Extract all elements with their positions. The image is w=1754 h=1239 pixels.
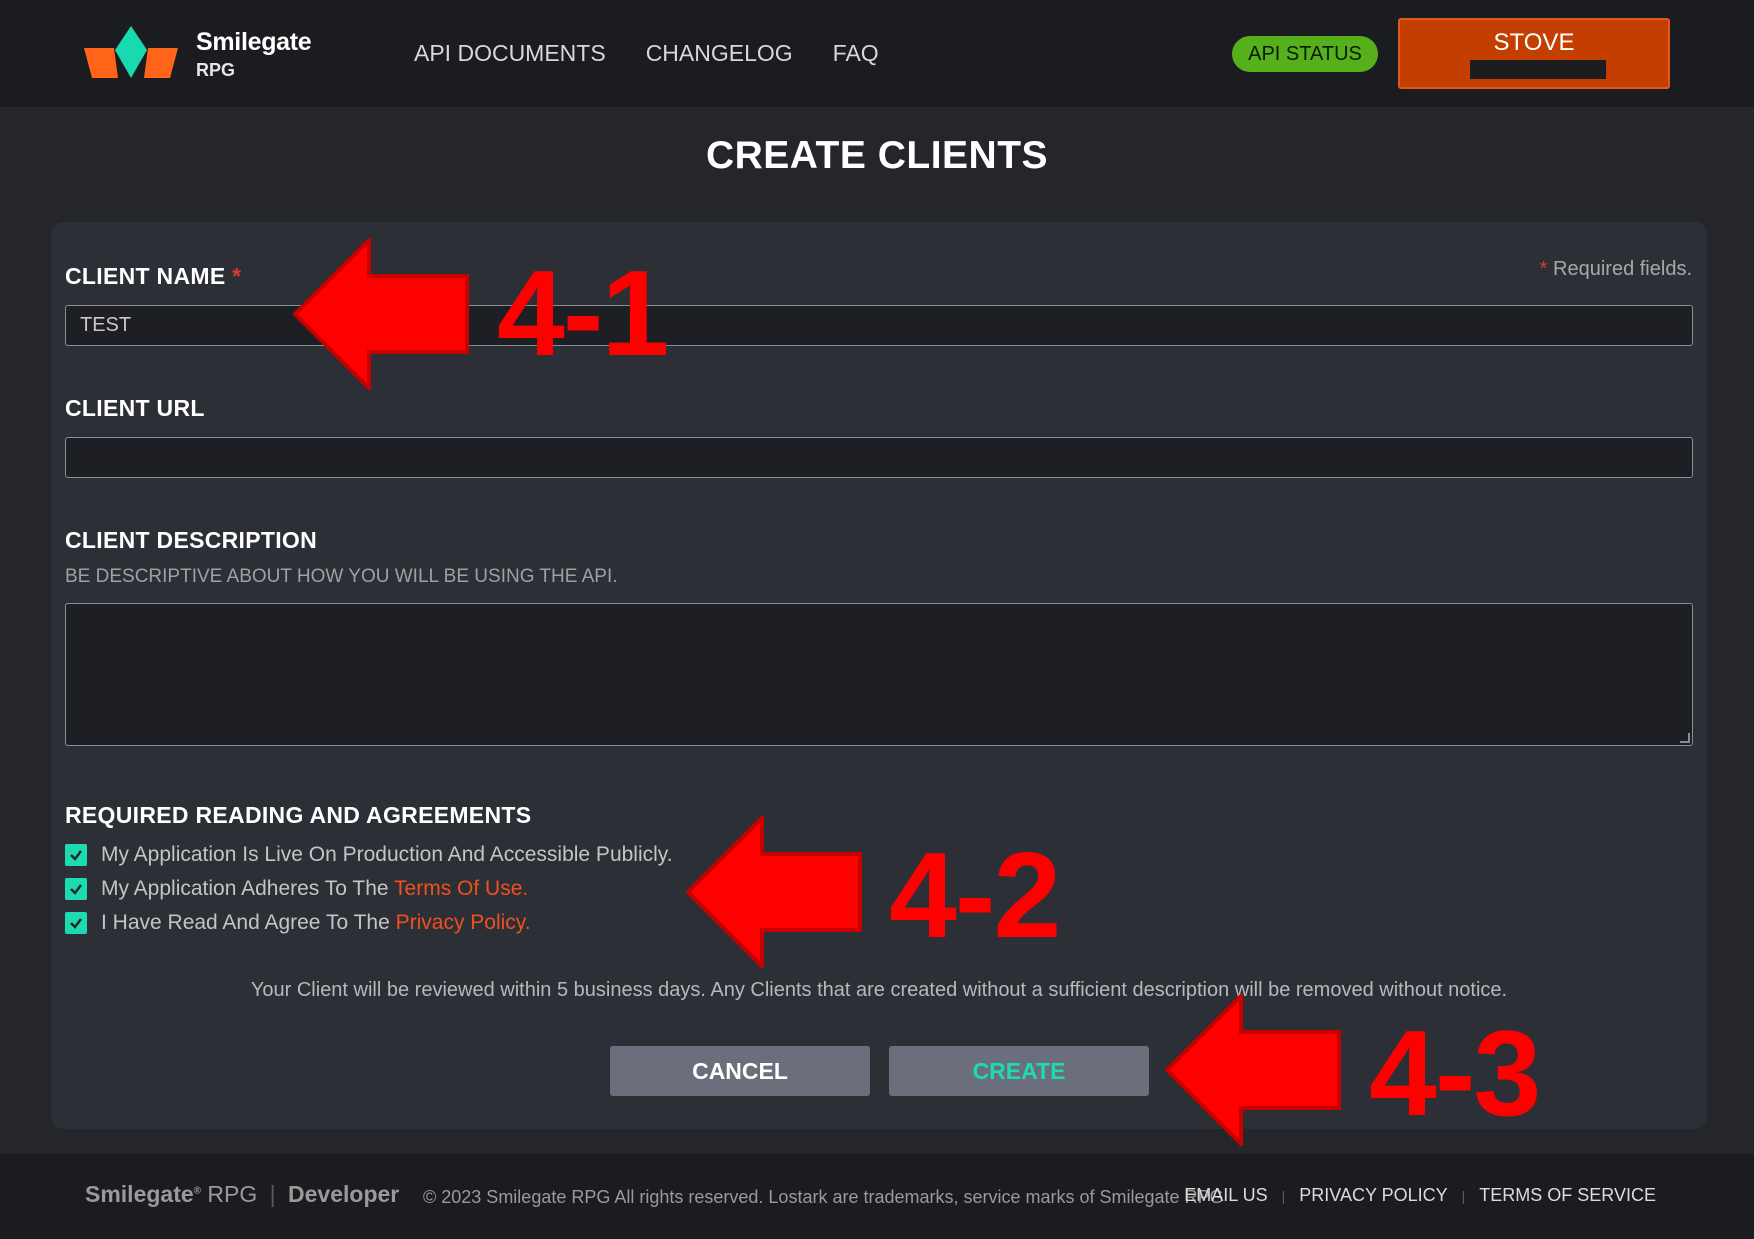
footer-links: EMAIL US | PRIVACY POLICY | TERMS OF SER… — [1184, 1185, 1656, 1206]
annotation-arrow-left-icon — [1165, 994, 1341, 1146]
resize-grip-icon[interactable] — [1680, 733, 1690, 743]
required-star: * — [1539, 258, 1548, 280]
agreement-text: I Have Read And Agree To The Privacy Pol… — [101, 911, 531, 935]
terms-of-use-link[interactable]: Terms Of Use. — [394, 877, 528, 900]
client-description-textarea[interactable] — [65, 603, 1693, 746]
annotation-arrow-left-icon — [293, 238, 469, 390]
client-url-label: CLIENT URL — [65, 395, 205, 421]
footer-logo-rpg: RPG — [207, 1181, 258, 1207]
footer-link-privacy-policy[interactable]: PRIVACY POLICY — [1299, 1185, 1447, 1206]
agreements-title: REQUIRED READING AND AGREEMENTS — [65, 802, 532, 828]
footer-logo-brand: Smilegate — [85, 1181, 194, 1207]
footer-copyright: © 2023 Smilegate RPG All rights reserved… — [423, 1187, 1224, 1207]
footer-link-divider: | — [1461, 1187, 1466, 1204]
nav-changelog[interactable]: CHANGELOG — [646, 40, 793, 67]
required-star: * — [232, 263, 242, 289]
required-fields-note: * Required fields. — [1540, 258, 1692, 281]
logo-subtitle: RPG — [196, 60, 236, 80]
redacted-username-bar — [1470, 60, 1606, 79]
footer-link-terms-of-service[interactable]: TERMS OF SERVICE — [1479, 1185, 1656, 1206]
agreement-text: My Application Adheres To The Terms Of U… — [101, 877, 528, 901]
footer-link-divider: | — [1281, 1187, 1286, 1204]
client-description-hint: BE DESCRIPTIVE ABOUT HOW YOU WILL BE USI… — [65, 566, 618, 587]
privacy-policy-link[interactable]: Privacy Policy. — [396, 911, 531, 934]
annotation-label-4-3: 4-3 — [1369, 1005, 1541, 1141]
footer-logo: Smilegate® RPG | Developer — [85, 1181, 399, 1208]
api-status-button[interactable]: API STATUS — [1232, 36, 1378, 72]
review-notice: Your Client will be reviewed within 5 bu… — [250, 979, 1508, 1001]
required-note-text: Required fields. — [1553, 258, 1692, 280]
agreement-privacy-policy[interactable]: I Have Read And Agree To The Privacy Pol… — [65, 911, 531, 935]
agreement-text-prefix: I Have Read And Agree To The — [101, 911, 396, 934]
footer-link-email-us[interactable]: EMAIL US — [1184, 1185, 1267, 1206]
agreement-text: My Application Is Live On Production And… — [101, 843, 673, 866]
page-footer: Smilegate® RPG | Developer © 2023 Smileg… — [0, 1154, 1754, 1239]
top-header: Smilegate RPG API DOCUMENTS CHANGELOG FA… — [0, 0, 1754, 107]
annotation-label-4-1: 4-1 — [497, 245, 669, 381]
annotation-arrow-left-icon — [686, 816, 862, 968]
logo-wordmark: Smilegate — [196, 28, 312, 56]
nav-faq[interactable]: FAQ — [833, 40, 879, 67]
client-name-label: CLIENT NAME * — [65, 263, 241, 290]
stove-account-button[interactable]: STOVE — [1398, 18, 1670, 89]
client-description-label: CLIENT DESCRIPTION — [65, 527, 318, 553]
smilegate-logo[interactable]: Smilegate RPG — [84, 26, 344, 86]
page-title: CREATE CLIENTS — [705, 134, 1049, 177]
client-name-label-text: CLIENT NAME — [65, 263, 226, 289]
main-nav: API DOCUMENTS CHANGELOG FAQ — [414, 40, 879, 67]
nav-api-documents[interactable]: API DOCUMENTS — [414, 40, 606, 67]
annotation-label-4-2: 4-2 — [889, 827, 1061, 963]
cancel-button[interactable]: CANCEL — [610, 1046, 870, 1096]
client-url-input[interactable] — [65, 437, 1693, 478]
checkbox-checked-icon[interactable] — [65, 912, 87, 934]
stove-label: STOVE — [1493, 29, 1575, 56]
footer-logo-reg: ® — [193, 1185, 202, 1197]
agreement-live-production[interactable]: My Application Is Live On Production And… — [65, 843, 673, 867]
footer-logo-developer: Developer — [288, 1181, 400, 1207]
checkbox-checked-icon[interactable] — [65, 878, 87, 900]
create-button[interactable]: CREATE — [889, 1046, 1149, 1096]
agreement-terms-of-use[interactable]: My Application Adheres To The Terms Of U… — [65, 877, 528, 901]
agreement-text-prefix: My Application Adheres To The — [101, 877, 395, 900]
footer-logo-separator: | — [269, 1181, 276, 1207]
checkbox-checked-icon[interactable] — [65, 844, 87, 866]
smilegate-logo-icon — [84, 26, 178, 78]
